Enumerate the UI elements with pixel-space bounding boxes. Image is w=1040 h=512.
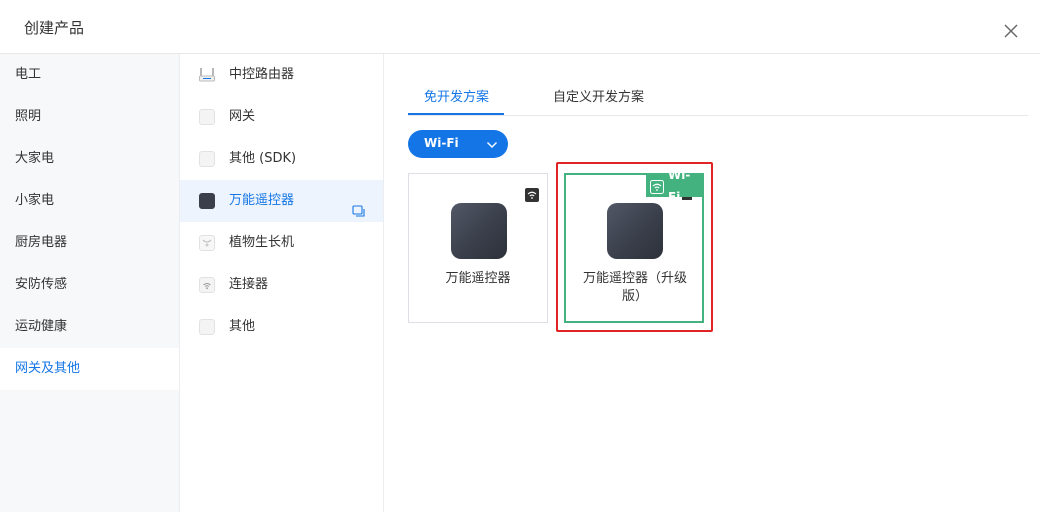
subcategory-label: 植物生长机 [229, 235, 295, 250]
subcategory-item[interactable]: 其他 [180, 306, 383, 348]
subcategory-item[interactable]: 其他 (SDK) [180, 138, 383, 180]
subcategory-label: 网关 [229, 109, 256, 124]
router-icon [199, 67, 215, 83]
tab-active-underline [408, 113, 504, 115]
subcategory-item-active[interactable]: 万能遥控器 [180, 180, 383, 222]
subcategory-label: 其他 (SDK) [229, 151, 297, 166]
other-device-icon [199, 319, 215, 335]
category-item[interactable]: 大家电 [0, 138, 179, 180]
subcategory-item[interactable]: 植物生长机 [180, 222, 383, 264]
remote-device-image [451, 203, 507, 259]
connector-icon [199, 277, 215, 293]
gateway-icon [199, 109, 215, 125]
subcategory-label: 中控路由器 [229, 67, 295, 82]
copy-icon[interactable] [352, 194, 366, 217]
subcategory-label: 连接器 [229, 277, 269, 292]
category-item[interactable]: 照明 [0, 96, 179, 138]
category-item[interactable]: 运动健康 [0, 306, 179, 348]
category-item-active[interactable]: 网关及其他 [0, 348, 179, 390]
category-item[interactable]: 安防传感 [0, 264, 179, 306]
solution-tabs: 免开发方案 自定义开发方案 [408, 76, 1028, 116]
close-icon[interactable] [1000, 20, 1022, 42]
protocol-dropdown[interactable]: Wi-Fi [408, 130, 508, 158]
subcategory-list: 中控路由器 网关 其他 (SDK) 万能遥控器 植物生长机 连接器 其他 [180, 54, 384, 512]
product-card-label: 万能遥控器（升级版） [582, 271, 687, 304]
plant-grower-icon [199, 235, 215, 251]
remote-device-icon [199, 193, 215, 209]
subcategory-item[interactable]: 中控路由器 [180, 54, 383, 96]
tab-custom-dev-solution[interactable]: 自定义开发方案 [553, 86, 644, 105]
chevron-down-icon [486, 139, 498, 149]
remote-device-image [607, 203, 663, 259]
category-item[interactable]: 电工 [0, 54, 179, 96]
subcategory-item[interactable]: 连接器 [180, 264, 383, 306]
wifi-badge: Wi-Fi [646, 168, 702, 204]
wifi-icon [525, 187, 539, 202]
sdk-device-icon [199, 151, 215, 167]
category-item[interactable]: 小家电 [0, 180, 179, 222]
dialog-header: 创建产品 [0, 0, 1040, 54]
product-card[interactable]: 万能遥控器 [408, 173, 548, 323]
protocol-dropdown-value: Wi-Fi [424, 136, 459, 150]
subcategory-label: 其他 [229, 319, 256, 334]
category-item[interactable]: 厨房电器 [0, 222, 179, 264]
product-card-selected[interactable]: Wi-Fi 万能遥控器（升级版） [564, 168, 704, 323]
subcategory-label: 万能遥控器 [229, 193, 295, 208]
product-card-label: 万能遥控器 [445, 271, 511, 286]
wifi-badge-label: Wi-Fi [668, 168, 691, 204]
category-list: 电工 照明 大家电 小家电 厨房电器 安防传感 运动健康 网关及其他 [0, 54, 180, 512]
dialog-title: 创建产品 [24, 19, 85, 37]
tab-no-dev-solution[interactable]: 免开发方案 [424, 86, 489, 105]
wifi-icon [650, 179, 664, 194]
subcategory-item[interactable]: 网关 [180, 96, 383, 138]
